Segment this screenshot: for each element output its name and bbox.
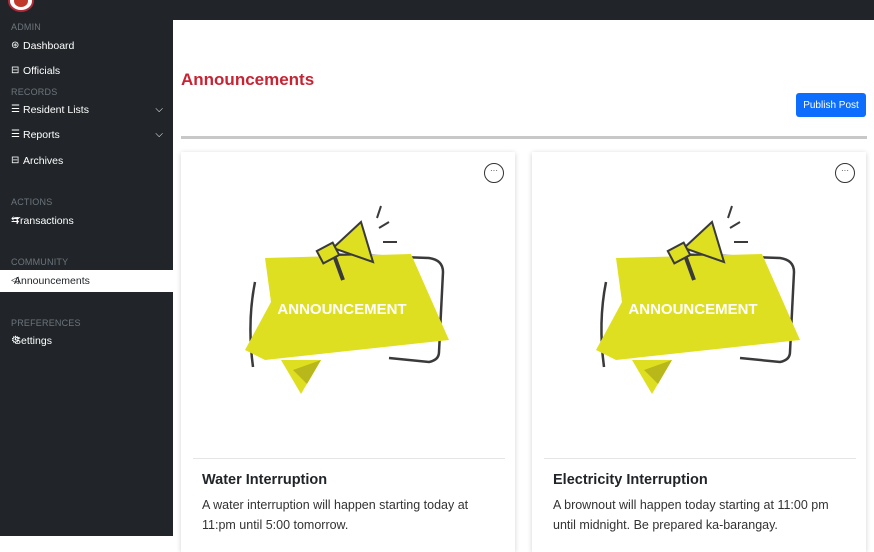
gear-icon: ⚙ [11, 335, 20, 346]
megaphone-icon: ◁ [11, 275, 19, 286]
sidebar-item-label: Settings [14, 335, 52, 347]
sidebar-item-label: Reports [23, 129, 60, 141]
sidebar-item-label: Dashboard [23, 40, 75, 52]
sidebar-item-reports[interactable]: ☰ Reports ⌵ [0, 124, 173, 146]
card-title: Water Interruption [202, 472, 328, 488]
section-community: COMMUNITY [11, 257, 69, 267]
sidebar-item-dashboard[interactable]: ⊛ Dashboard [0, 35, 173, 57]
divider [181, 136, 867, 139]
transfer-icon: ⇆ [11, 215, 20, 226]
announcement-card: ANNOUNCEMENT ··· Electricity Interruptio… [532, 152, 866, 552]
list-icon: ☰ [11, 129, 20, 140]
sidebar-item-resident-lists[interactable]: ☰ Resident Lists ⌵ [0, 99, 173, 121]
section-records: RECORDS [11, 87, 58, 97]
sidebar-item-settings[interactable]: ⚙ Settings [0, 330, 173, 352]
chevron-down-icon: ⌵ [155, 104, 163, 115]
sidebar: ADMIN ⊛ Dashboard ⊟ Officials RECORDS ☰ … [0, 20, 173, 536]
banner-text: ANNOUNCEMENT [277, 301, 406, 318]
sidebar-item-label: Officials [23, 65, 61, 77]
archive-icon: ⊟ [11, 155, 20, 166]
card-title: Electricity Interruption [553, 472, 708, 488]
sidebar-item-transactions[interactable]: ⇆ Transactions [0, 210, 173, 232]
chevron-down-icon: ⌵ [155, 129, 163, 140]
sidebar-item-label: Resident Lists [23, 104, 89, 116]
announcement-image: ANNOUNCEMENT [193, 162, 505, 459]
announcement-image: ANNOUNCEMENT [544, 162, 856, 459]
section-admin: ADMIN [11, 22, 41, 32]
more-options-button[interactable]: ··· [835, 163, 855, 183]
announcement-illustration: ANNOUNCEMENT [245, 205, 449, 394]
sidebar-item-announcements[interactable]: ◁ Announcements [0, 270, 173, 292]
more-options-button[interactable]: ··· [484, 163, 504, 183]
sidebar-item-archives[interactable]: ⊟ Archives [0, 150, 173, 172]
card-body: A water interruption will happen startin… [202, 498, 469, 532]
section-preferences: PREFERENCES [11, 318, 81, 328]
sidebar-item-label: Archives [23, 155, 64, 167]
dashboard-icon: ⊛ [11, 40, 20, 51]
announcement-illustration: ANNOUNCEMENT [596, 205, 800, 394]
barangay-logo [8, 0, 34, 12]
banner-text: ANNOUNCEMENT [628, 301, 757, 318]
top-bar [0, 0, 874, 20]
card-body: A brownout will happen today starting at… [553, 498, 829, 532]
sidebar-item-label: Transactions [14, 215, 74, 227]
sidebar-item-label: Announcements [14, 275, 90, 287]
announcement-card: ANNOUNCEMENT ··· Water Interruption A wa… [181, 152, 515, 552]
sidebar-item-officials[interactable]: ⊟ Officials [0, 60, 173, 82]
publish-post-button[interactable]: Publish Post [796, 93, 866, 117]
officials-icon: ⊟ [11, 65, 20, 76]
page-title: Announcements [181, 70, 315, 89]
list-icon: ☰ [11, 104, 20, 115]
section-actions: ACTIONS [11, 197, 53, 207]
